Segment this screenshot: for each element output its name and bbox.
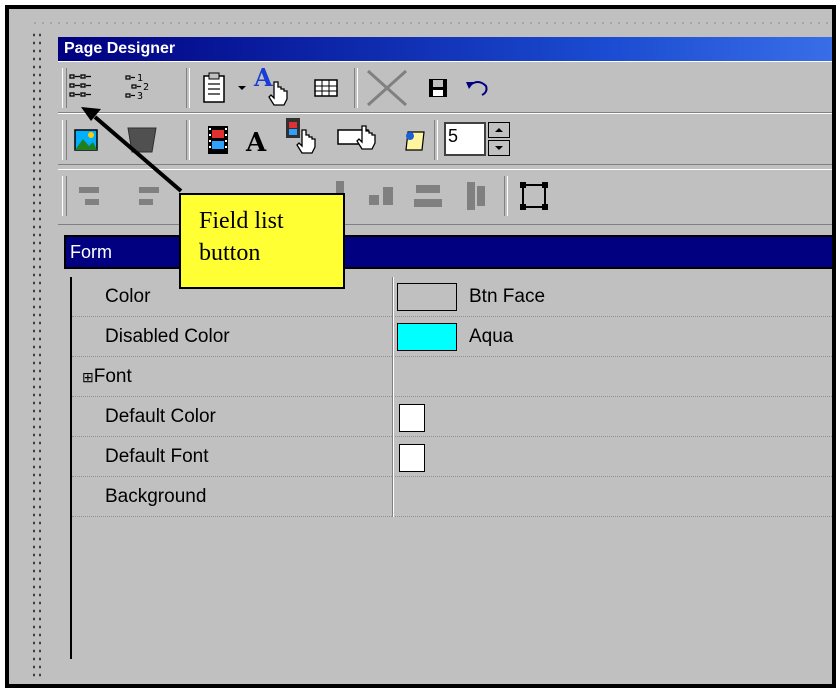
annotation-arrow [81, 107, 183, 193]
field-list-callout: Field list button [179, 193, 345, 289]
callout-line-2: button [199, 240, 261, 266]
callout-line-1: Field list [199, 208, 284, 234]
screenshot-frame: Page Designer 1 2 3 A A 5 Form Color Btn… [5, 5, 836, 688]
